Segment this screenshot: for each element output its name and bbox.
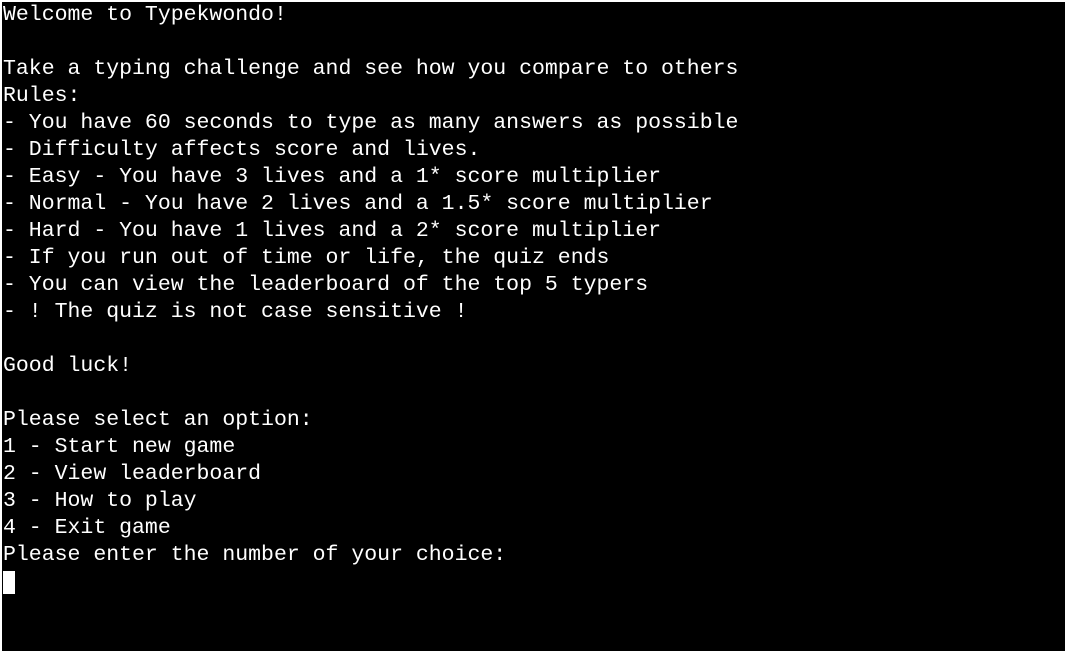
rule-line: - Easy - You have 3 lives and a 1* score… [3,165,662,189]
good-luck-line: Good luck! [3,354,133,378]
menu-option-leaderboard: 2 - View leaderboard [3,462,262,486]
intro-line: Take a typing challenge and see how you … [3,57,739,81]
welcome-line: Welcome to Typekwondo! [3,3,287,27]
rule-line: - If you run out of time or life, the qu… [3,246,610,270]
terminal-window[interactable]: Welcome to Typekwondo! Take a typing cha… [2,2,1065,651]
rule-line: - You can view the leaderboard of the to… [3,273,649,297]
rule-line: - Normal - You have 2 lives and a 1.5* s… [3,192,713,216]
menu-option-start: 1 - Start new game [3,435,236,459]
menu-option-how-to-play: 3 - How to play [3,489,197,513]
rule-line: - Difficulty affects score and lives. [3,138,481,162]
input-line[interactable] [2,569,1065,596]
terminal-output: Welcome to Typekwondo! Take a typing cha… [2,2,1065,596]
rule-line: - ! The quiz is not case sensitive ! [3,300,468,324]
menu-option-exit: 4 - Exit game [3,516,171,540]
rule-line: - Hard - You have 1 lives and a 2* score… [3,219,662,243]
rule-line: - You have 60 seconds to type as many an… [3,111,739,135]
menu-prompt: Please select an option: [3,408,313,432]
text-cursor [3,571,15,594]
choice-prompt: Please enter the number of your choice: [3,543,507,567]
rules-heading: Rules: [3,84,81,108]
